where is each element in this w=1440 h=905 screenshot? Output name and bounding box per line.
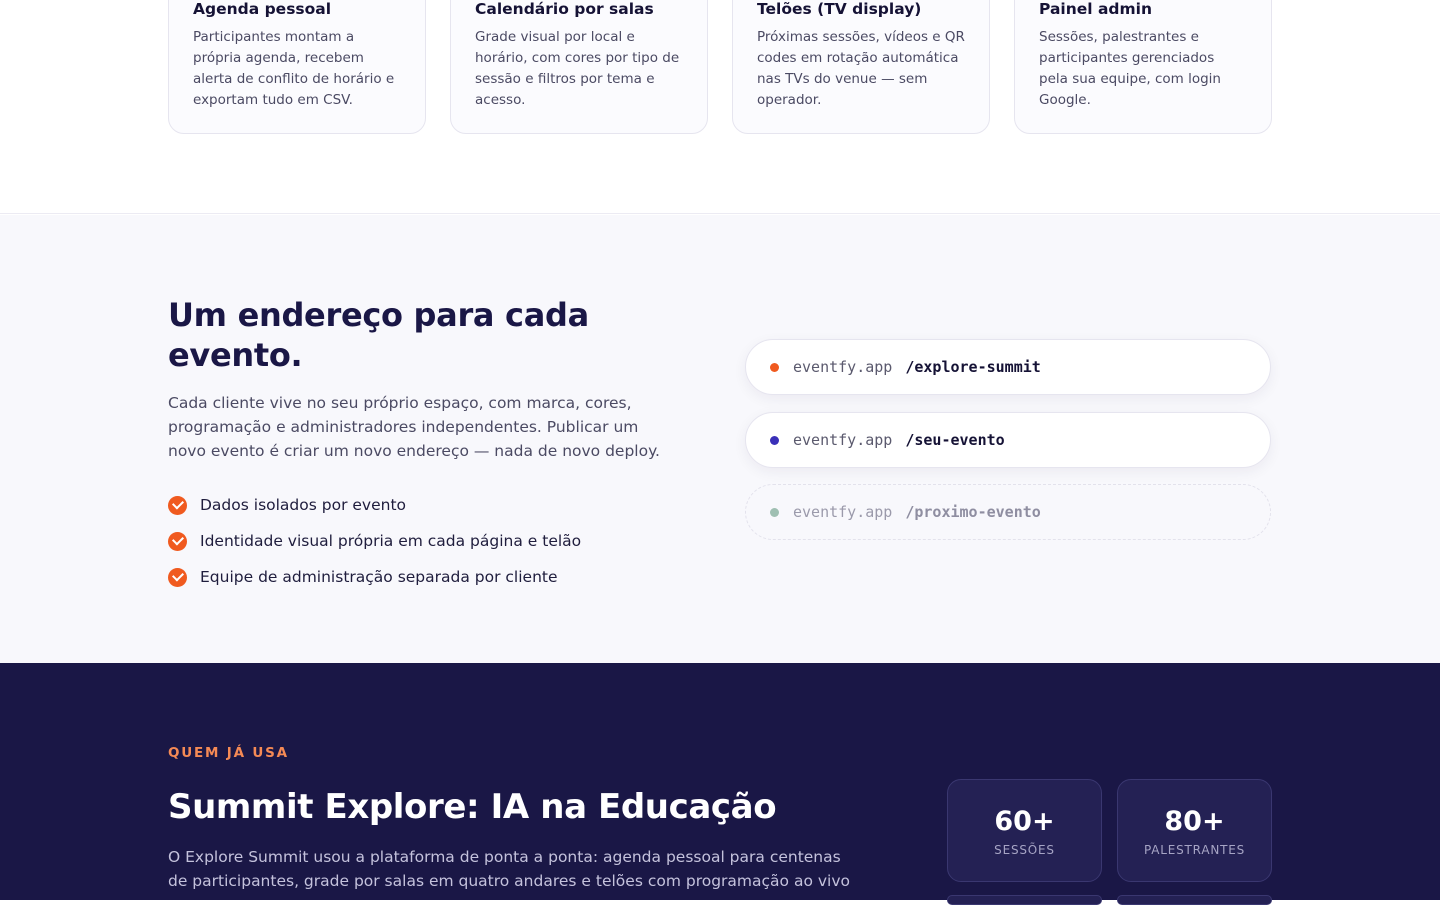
stat-value: 80+ bbox=[1164, 806, 1225, 837]
url-pill-explore-summit[interactable]: eventfy.app /explore-summit bbox=[745, 339, 1271, 395]
feature-title: Agenda pessoal bbox=[193, 0, 332, 18]
feature-check-list: Dados isolados por evento Identidade vis… bbox=[168, 487, 581, 595]
stat-label: SESSÕES bbox=[994, 843, 1055, 857]
stat-card-sessions: 60+ SESSÕES bbox=[947, 779, 1102, 882]
check-circle-icon bbox=[168, 495, 187, 515]
stat-label: PALESTRANTES bbox=[1143, 843, 1246, 857]
features-section: Agenda pessoal Participantes montam a pr… bbox=[0, 0, 1440, 214]
feature-text: Grade visual por local e horário, com co… bbox=[475, 29, 680, 108]
status-dot-icon bbox=[770, 362, 779, 372]
status-dot-icon bbox=[770, 435, 779, 445]
address-section: Um endereço para cada evento. Cada clien… bbox=[0, 215, 1440, 663]
feature-title: Painel admin bbox=[1039, 0, 1153, 18]
case-title: Summit Explore: IA na Educação bbox=[168, 787, 777, 827]
feature-text: Participantes montam a própria agenda, r… bbox=[193, 29, 395, 108]
url-path: /seu-evento bbox=[905, 431, 1005, 449]
status-dot-icon bbox=[770, 507, 779, 517]
feature-title: Calendário por salas bbox=[475, 0, 654, 18]
case-description: O Explore Summit usou a plataforma de po… bbox=[168, 848, 850, 890]
feature-card-calendar: Calendário por salas Grade visual por lo… bbox=[450, 0, 708, 134]
stat-card-speakers: 80+ PALESTRANTES bbox=[1117, 779, 1272, 882]
case-eyebrow: QUEM JÁ USA bbox=[168, 745, 289, 761]
stat-card bbox=[947, 895, 1102, 905]
url-host: eventfy.app bbox=[793, 358, 893, 376]
stat-card bbox=[1117, 895, 1272, 905]
check-circle-icon bbox=[168, 531, 187, 551]
address-heading: Um endereço para cada evento. bbox=[168, 296, 589, 374]
stat-value: 60+ bbox=[994, 806, 1055, 837]
url-path: /proximo-evento bbox=[905, 503, 1041, 521]
check-item: Identidade visual própria em cada página… bbox=[168, 523, 581, 559]
check-item-label: Equipe de administração separada por cli… bbox=[200, 568, 558, 586]
feature-text: Próximas sessões, vídeos e QR codes em r… bbox=[757, 29, 965, 108]
check-item-label: Identidade visual própria em cada página… bbox=[200, 532, 582, 550]
address-lead: Cada cliente vive no seu próprio espaço,… bbox=[168, 394, 660, 460]
url-host: eventfy.app bbox=[793, 503, 893, 521]
url-path: /explore-summit bbox=[905, 358, 1041, 376]
url-pill-seu-evento[interactable]: eventfy.app /seu-evento bbox=[745, 412, 1271, 468]
check-item: Dados isolados por evento bbox=[168, 487, 581, 523]
feature-card-agenda: Agenda pessoal Participantes montam a pr… bbox=[168, 0, 426, 134]
check-circle-icon bbox=[168, 567, 187, 587]
case-study-section: QUEM JÁ USA Summit Explore: IA na Educaç… bbox=[0, 663, 1440, 905]
feature-card-admin: Painel admin Sessões, palestrantes e par… bbox=[1014, 0, 1272, 134]
check-item: Equipe de administração separada por cli… bbox=[168, 559, 581, 595]
check-item-label: Dados isolados por evento bbox=[200, 496, 407, 514]
feature-title: Telões (TV display) bbox=[757, 0, 922, 18]
url-host: eventfy.app bbox=[793, 431, 893, 449]
url-pill-proximo-evento[interactable]: eventfy.app /proximo-evento bbox=[745, 484, 1271, 540]
feature-text: Sessões, palestrantes e participantes ge… bbox=[1039, 29, 1221, 108]
feature-card-tv-display: Telões (TV display) Próximas sessões, ví… bbox=[732, 0, 990, 134]
